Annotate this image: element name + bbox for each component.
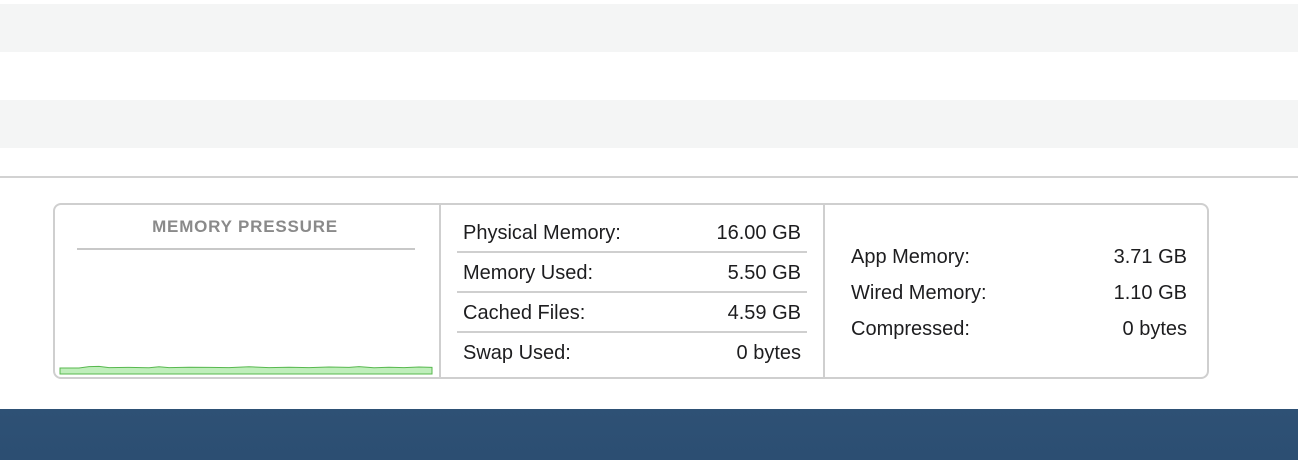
- breakdown-label: App Memory:: [851, 246, 970, 268]
- memory-pressure-graph: [59, 365, 433, 375]
- stat-label: Cached Files:: [463, 302, 586, 324]
- memory-pressure-area: [59, 365, 433, 375]
- breakdown-wired-memory: Wired Memory: 1.10 GB: [851, 275, 1187, 311]
- memory-stats-section: Physical Memory: 16.00 GB Memory Used: 5…: [441, 205, 825, 377]
- breakdown-value: 1.10 GB: [1113, 282, 1187, 304]
- breakdown-value: 0 bytes: [1122, 318, 1187, 340]
- memory-pressure-section: MEMORY PRESSURE: [55, 205, 441, 377]
- process-row[interactable]: [0, 52, 1298, 100]
- stat-value: 5.50 GB: [727, 262, 801, 284]
- memory-pressure-title: MEMORY PRESSURE: [152, 217, 338, 236]
- memory-breakdown-section: App Memory: 3.71 GB Wired Memory: 1.10 G…: [825, 205, 1207, 377]
- process-row[interactable]: [0, 148, 1298, 176]
- footer-bar: [0, 409, 1298, 460]
- stat-value: 0 bytes: [736, 342, 801, 364]
- memory-summary-panel: MEMORY PRESSURE Physical Memory: 16.00 G…: [53, 203, 1209, 379]
- process-row[interactable]: [0, 4, 1298, 52]
- stat-label: Memory Used:: [463, 262, 594, 284]
- stat-memory-used: Memory Used: 5.50 GB: [461, 253, 807, 293]
- breakdown-compressed: Compressed: 0 bytes: [851, 311, 1187, 347]
- breakdown-label: Compressed:: [851, 318, 970, 340]
- stat-label: Swap Used:: [463, 342, 571, 364]
- stat-label: Physical Memory:: [463, 222, 621, 244]
- memory-pressure-rule: [77, 248, 415, 250]
- stat-physical-memory: Physical Memory: 16.00 GB: [461, 213, 807, 253]
- stat-cached-files: Cached Files: 4.59 GB: [461, 293, 807, 333]
- table-bottom-divider: [0, 176, 1298, 178]
- stat-value: 16.00 GB: [716, 222, 801, 244]
- stat-swap-used: Swap Used: 0 bytes: [461, 333, 807, 373]
- process-row[interactable]: [0, 100, 1298, 148]
- breakdown-app-memory: App Memory: 3.71 GB: [851, 239, 1187, 275]
- breakdown-value: 3.71 GB: [1113, 246, 1187, 268]
- breakdown-label: Wired Memory:: [851, 282, 987, 304]
- stat-value: 4.59 GB: [727, 302, 801, 324]
